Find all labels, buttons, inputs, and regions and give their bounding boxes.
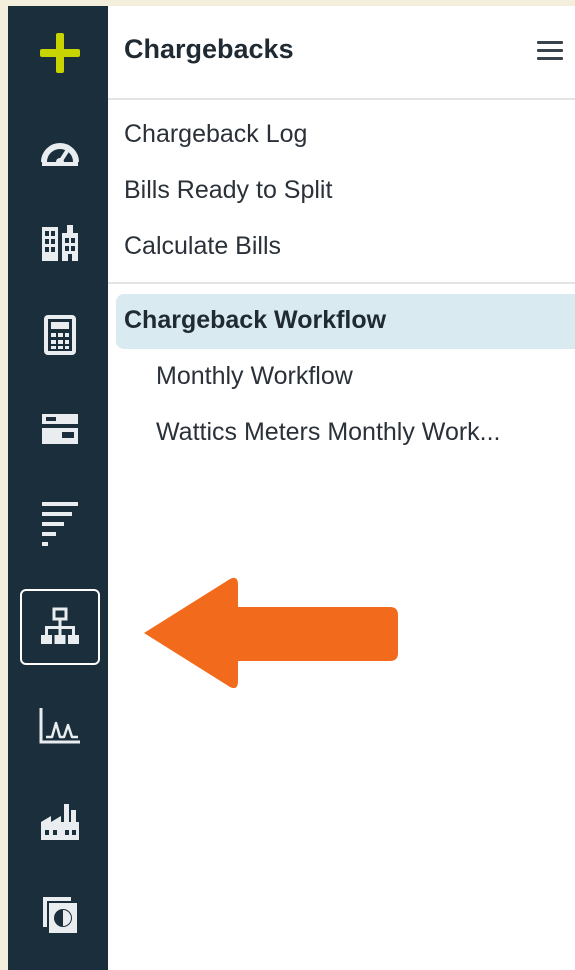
plus-icon (40, 33, 80, 73)
org-hierarchy-icon (41, 607, 79, 644)
sidebar-rail (8, 6, 108, 970)
buildings-icon (42, 225, 78, 261)
sidebar-item-facilities[interactable] (20, 784, 100, 858)
menu-divider (108, 282, 575, 284)
arrow-annotation-icon (144, 577, 398, 689)
hamburger-menu-icon[interactable] (533, 38, 567, 64)
bill-card-icon (42, 414, 78, 444)
list-lines-icon (42, 502, 78, 546)
sidebar-item-analytics[interactable] (20, 688, 100, 762)
panel-header: Chargebacks (108, 6, 575, 100)
panel-title: Chargebacks (124, 34, 294, 64)
sidebar-item-lists[interactable] (20, 484, 100, 558)
sidebar-item-dashboard[interactable] (20, 114, 100, 188)
menu-item-calculate-bills[interactable]: Calculate Bills (124, 232, 281, 261)
menu-item-monthly-workflow[interactable]: Monthly Workflow (156, 362, 556, 391)
sidebar-item-calculator[interactable] (20, 298, 100, 372)
calculator-icon (44, 315, 76, 355)
factory-icon (41, 804, 79, 840)
menu-item-bills-ready-to-split[interactable]: Bills Ready to Split (124, 176, 332, 205)
add-button[interactable] (20, 16, 100, 90)
menu-item-chargeback-log[interactable]: Chargeback Log (124, 120, 307, 149)
dashboard-gauge-icon (41, 143, 79, 166)
section-chargeback-workflow[interactable]: Chargeback Workflow (124, 306, 386, 335)
line-chart-icon (39, 708, 80, 744)
app-frame: Chargebacks Chargeback Log Bills Ready t… (8, 6, 575, 970)
sidebar-item-reports[interactable] (20, 878, 100, 952)
menu-item-wattics-meters-monthly-workflow[interactable]: Wattics Meters Monthly Work... (156, 418, 556, 447)
pie-report-icon (43, 897, 77, 933)
chargebacks-panel: Chargebacks Chargeback Log Bills Ready t… (108, 6, 575, 970)
sidebar-item-chargebacks[interactable] (20, 589, 100, 665)
sidebar-item-bills[interactable] (20, 392, 100, 466)
sidebar-item-buildings[interactable] (20, 206, 100, 280)
